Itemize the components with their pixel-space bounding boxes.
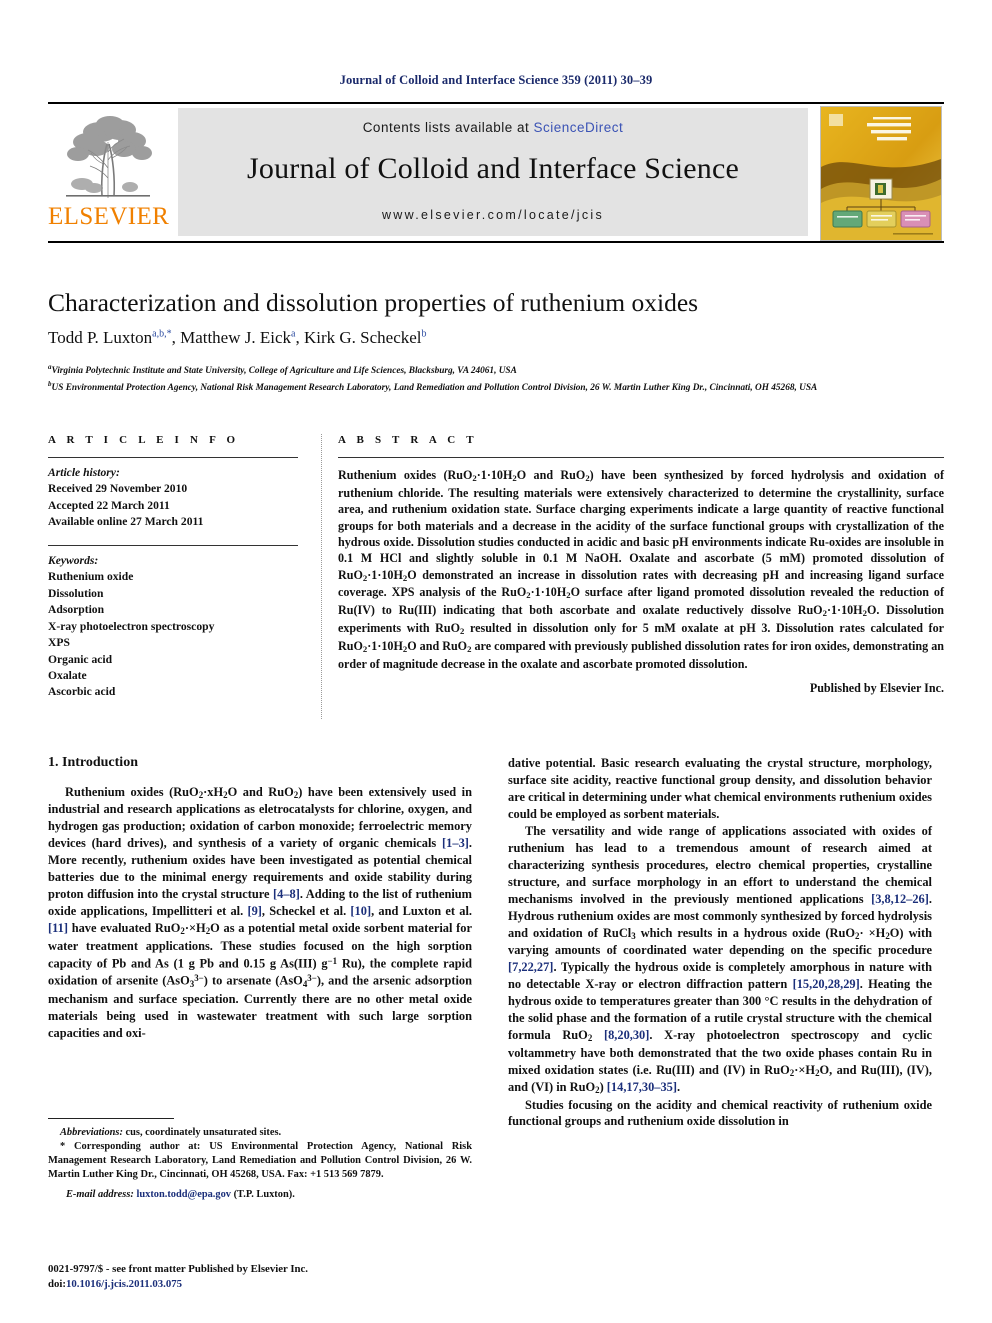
citation-ref[interactable]: [10] — [350, 904, 371, 918]
keyword-item: Ascorbic acid — [48, 685, 116, 699]
section-heading-introduction: 1. Introduction — [48, 755, 138, 770]
author-name: Matthew J. Eick — [180, 328, 292, 347]
history-item: Available online 27 March 2011 — [48, 515, 204, 529]
keyword-item: XPS — [48, 636, 70, 650]
sciencedirect-banner: Contents lists available at ScienceDirec… — [178, 108, 808, 236]
keyword-item: Organic acid — [48, 652, 113, 666]
body-paragraph: Ruthenium oxides (RuO2·xH2O and RuO2) ha… — [48, 785, 473, 1040]
elsevier-tree-icon — [54, 108, 162, 204]
history-item: Accepted 22 March 2011 — [48, 498, 170, 512]
article-info-heading: A R T I C L E I N F O — [48, 434, 240, 446]
keywords-label: Keywords: — [48, 553, 99, 567]
band-divider — [321, 434, 323, 719]
keyword-item: Ruthenium oxide — [48, 570, 134, 584]
abstract-publisher-line: Published by Elsevier Inc. — [809, 680, 944, 695]
body-paragraph: dative potential. Basic research evaluat… — [508, 756, 932, 821]
author-marks: a — [291, 328, 296, 340]
keywords-rule — [48, 544, 298, 546]
abstract-column: A B S T R A C T Ruthenium oxides (RuO2·1… — [338, 434, 944, 696]
page-title: Characterization and dissolution propert… — [48, 288, 699, 317]
author-name: Kirk G. Scheckel — [303, 328, 422, 347]
citation-ref[interactable]: [15,20,28,29] — [793, 977, 860, 991]
issn-line: 0021-9797/$ - see front matter Published… — [48, 1263, 309, 1275]
footnote-block: Abbreviations: cus, coordinately unsatur… — [48, 1118, 472, 1202]
author-marks: b — [421, 328, 427, 340]
email-suffix: (T.P. Luxton). — [231, 1188, 295, 1200]
article-info-rule — [48, 457, 298, 458]
elsevier-wordmark: ELSEVIER — [48, 203, 170, 230]
body-paragraph: Studies focusing on the acidity and chem… — [508, 1097, 932, 1129]
journal-url[interactable]: www.elsevier.com/locate/jcis — [178, 208, 808, 222]
article-history-label: Article history: — [48, 466, 120, 479]
abbreviations-text: cus, coordinately unsaturated sites. — [122, 1127, 282, 1138]
email-label: E-mail address: — [66, 1188, 134, 1200]
email-link[interactable]: luxton.todd@epa.gov — [136, 1189, 231, 1200]
masthead-bottom-rule — [48, 241, 944, 243]
affiliation-list: aVirginia Polytechnic Institute and Stat… — [48, 362, 944, 395]
citation-ref[interactable]: [7,22,27] — [508, 960, 553, 974]
affiliation-text: Virginia Polytechnic Institute and State… — [51, 366, 517, 377]
keyword-item: Oxalate — [48, 668, 87, 682]
author-marks: a,b,* — [152, 328, 172, 340]
citation-ref[interactable]: [9] — [247, 904, 261, 918]
journal-title: Journal of Colloid and Interface Science — [247, 152, 739, 185]
affiliation-text: US Environmental Protection Agency, Nati… — [51, 382, 818, 393]
paper-page: Journal of Colloid and Interface Science… — [0, 0, 992, 1323]
keyword-item: Dissolution — [48, 586, 104, 600]
contents-line: Contents lists available at ScienceDirec… — [178, 120, 808, 135]
doi-label: doi: — [48, 1278, 66, 1291]
citation-ref[interactable]: [8,20,30] — [604, 1028, 649, 1042]
abstract-rule — [338, 457, 944, 458]
author-list: Todd P. Luxtona,b,*, Matthew J. Eicka, K… — [48, 328, 427, 347]
keyword-item: X-ray photoelectron spectroscopy — [48, 619, 215, 633]
doi-link[interactable]: 10.1016/j.jcis.2011.03.075 — [66, 1278, 182, 1290]
corresponding-author-note: * Corresponding author at: US Environmen… — [48, 1140, 472, 1180]
email-note: E-mail address: luxton.todd@epa.gov (T.P… — [48, 1188, 472, 1202]
abbreviations-note: Abbreviations: cus, coordinately unsatur… — [48, 1126, 472, 1140]
body-column-right: dative potential. Basic research evaluat… — [508, 755, 932, 1130]
abbreviations-label: Abbreviations: — [60, 1127, 123, 1138]
abstract-text: Ruthenium oxides (RuO2·1·10H2O and RuO2)… — [338, 468, 944, 672]
footnote-rule — [48, 1118, 174, 1119]
doi-line: doi:10.1016/j.jcis.2011.03.075 — [48, 1277, 568, 1292]
citation-ref[interactable]: [1–3] — [442, 836, 469, 850]
abstract-heading: A B S T R A C T — [338, 434, 478, 446]
contents-prefix: Contents lists available at — [362, 120, 534, 135]
info-abstract-band: A R T I C L E I N F O Article history: R… — [48, 434, 944, 719]
body-paragraph: The versatility and wide range of applic… — [508, 823, 933, 1096]
citation-ref[interactable]: [14,17,30–35] — [607, 1080, 677, 1094]
masthead-top-rule — [48, 102, 944, 104]
journal-masthead: ELSEVIER Contents lists available at Sci… — [48, 102, 944, 243]
elsevier-logo: ELSEVIER — [48, 108, 170, 236]
citation-ref[interactable]: [4–8] — [273, 887, 300, 901]
issn-doi-block: 0021-9797/$ - see front matter Published… — [48, 1262, 568, 1293]
body-column-left: 1. Introduction Ruthenium oxides (RuO2·x… — [48, 755, 472, 1042]
citation-ref[interactable]: [3,8,12–26] — [871, 892, 929, 906]
keyword-list: Keywords: Ruthenium oxide Dissolution Ad… — [48, 553, 298, 701]
running-head: Journal of Colloid and Interface Science… — [339, 73, 653, 87]
sciencedirect-link[interactable]: ScienceDirect — [534, 120, 624, 135]
journal-cover-thumbnail — [820, 106, 942, 241]
article-history: Article history: Received 29 November 20… — [48, 465, 298, 531]
author-name: Todd P. Luxton — [48, 328, 153, 347]
page-sheet: Journal of Colloid and Interface Science… — [48, 0, 944, 1323]
affiliation-item: bUS Environmental Protection Agency, Nat… — [48, 379, 944, 396]
affiliation-item: aVirginia Polytechnic Institute and Stat… — [48, 362, 944, 379]
history-item: Received 29 November 2010 — [48, 482, 188, 496]
keyword-item: Adsorption — [48, 603, 105, 617]
article-info-column: A R T I C L E I N F O Article history: R… — [48, 434, 298, 701]
citation-ref[interactable]: [11] — [48, 921, 68, 935]
